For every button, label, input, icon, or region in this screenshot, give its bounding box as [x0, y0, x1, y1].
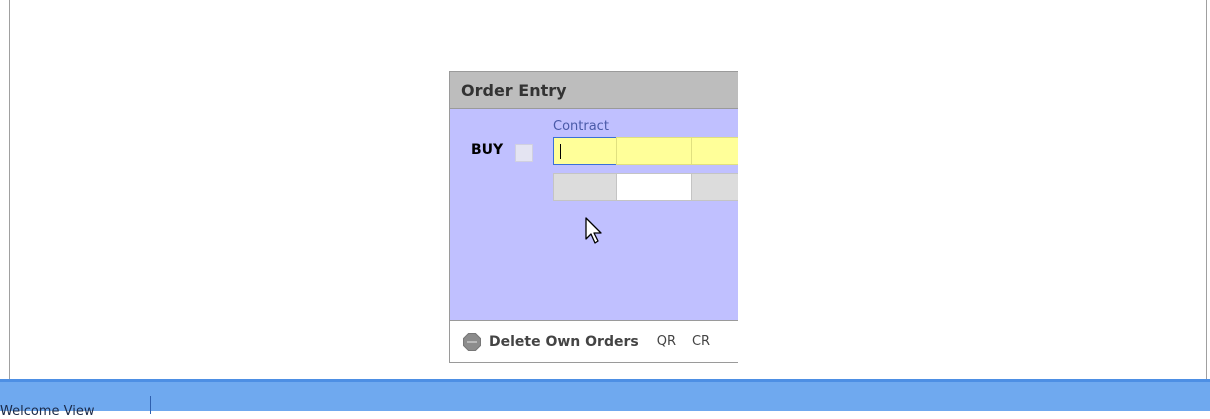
left-border-line: [9, 0, 10, 379]
order-field-white[interactable]: [616, 173, 692, 201]
mouse-pointer-icon: [585, 217, 602, 244]
side-checkbox[interactable]: [515, 144, 533, 162]
qr-button[interactable]: QR: [657, 334, 676, 349]
side-label: BUY: [471, 142, 504, 158]
contract-field-2[interactable]: [616, 137, 692, 165]
status-separator: [150, 396, 151, 414]
contract-input[interactable]: [553, 137, 617, 165]
tab-welcome-view[interactable]: Welcome View: [0, 404, 94, 419]
order-field-gray[interactable]: [553, 173, 617, 201]
text-caret: [560, 144, 561, 159]
order-field-gray-2[interactable]: [691, 173, 738, 201]
order-entry-title: Order Entry: [461, 80, 567, 100]
contract-label: Contract: [553, 119, 609, 134]
contract-field-3[interactable]: [691, 137, 738, 165]
cr-button[interactable]: CR: [692, 334, 710, 349]
order-entry-body: Contract BUY: [450, 109, 738, 320]
delete-own-orders-button[interactable]: Delete Own Orders: [489, 334, 639, 350]
status-bar: Welcome View: [0, 379, 1210, 419]
order-entry-footer: Delete Own Orders QR CR: [450, 320, 738, 362]
order-entry-title-bar[interactable]: Order Entry: [450, 72, 738, 109]
order-entry-window: Order Entry Contract BUY Delete Own Orde…: [449, 71, 738, 363]
stop-sign-icon[interactable]: [463, 332, 481, 351]
right-border-line: [1206, 0, 1207, 379]
